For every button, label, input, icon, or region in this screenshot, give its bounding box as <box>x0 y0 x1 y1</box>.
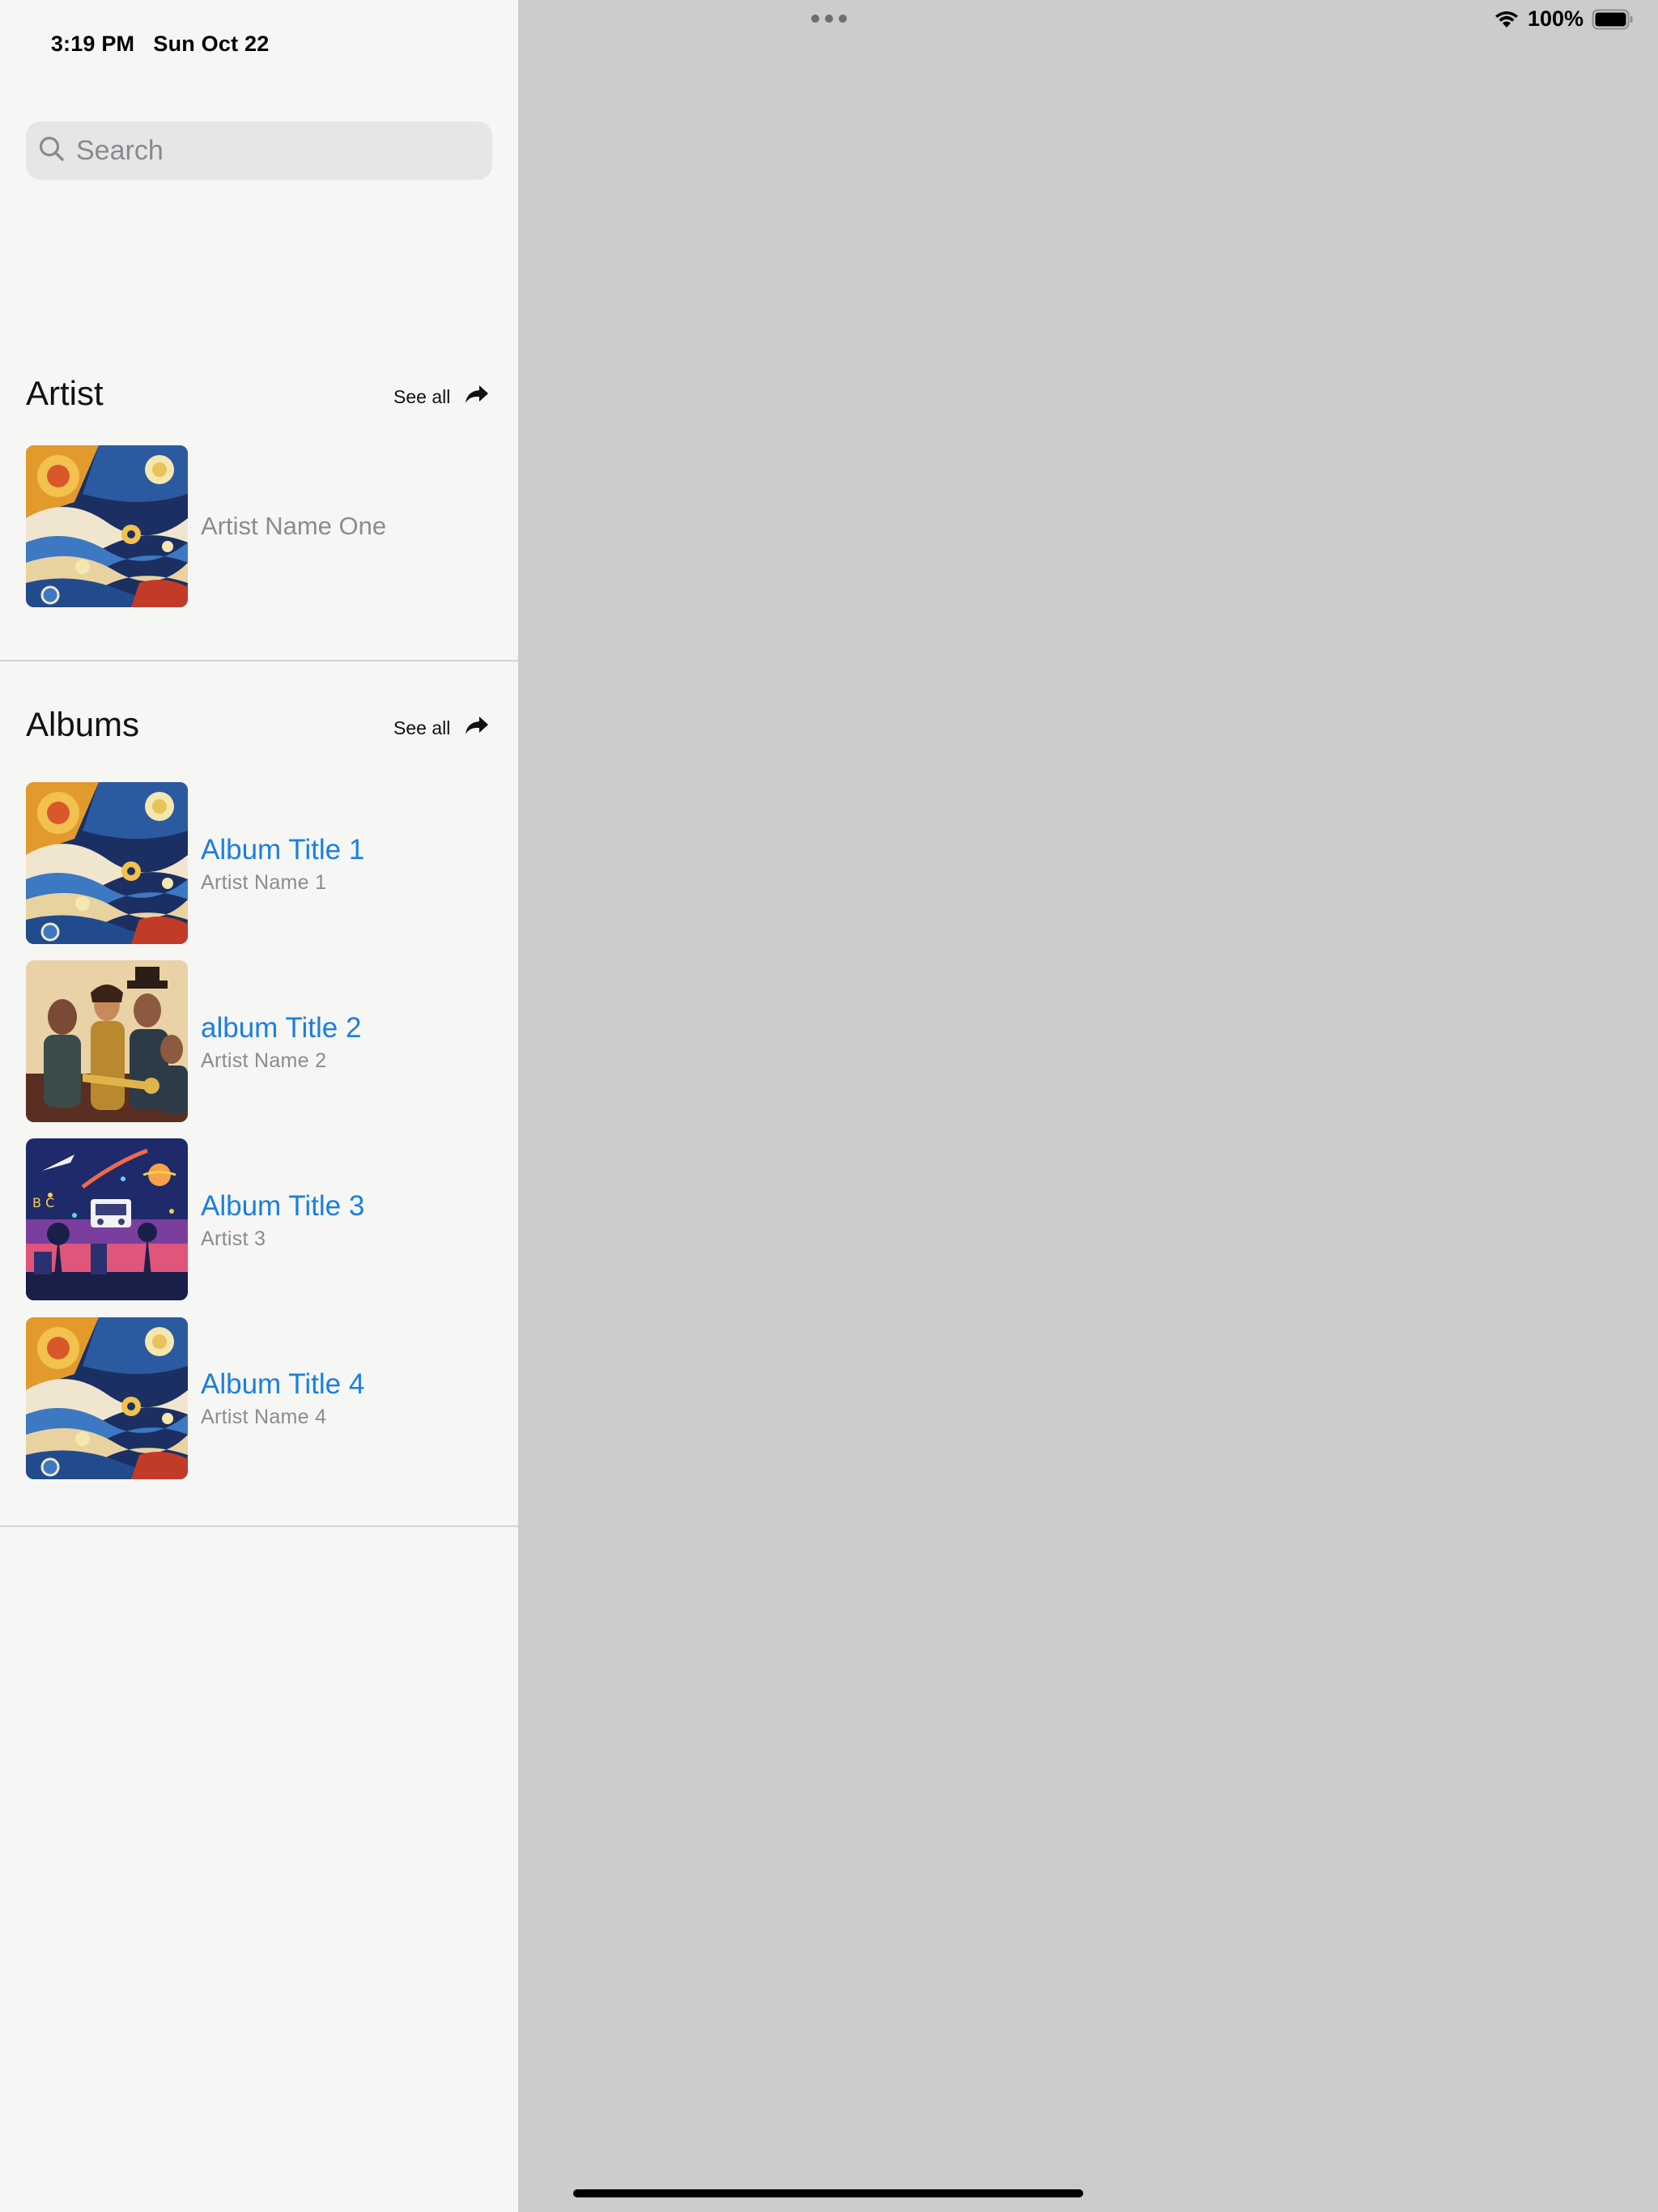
albums-see-all-button[interactable]: See all <box>393 715 489 741</box>
see-all-label: See all <box>393 717 451 738</box>
album-title[interactable]: album Title 2 <box>201 1012 361 1044</box>
album-artist: Artist Name 4 <box>201 1406 327 1428</box>
album-artist: Artist 3 <box>201 1227 266 1250</box>
multitasking-menu-icon[interactable] <box>811 15 847 23</box>
home-indicator[interactable] <box>573 2189 1083 2197</box>
artist-name[interactable]: Artist Name One <box>201 512 386 541</box>
album-artwork[interactable] <box>26 960 188 1122</box>
album-title[interactable]: Album Title 3 <box>201 1190 364 1223</box>
album-title[interactable]: Album Title 1 <box>201 834 364 866</box>
search-input[interactable] <box>76 126 465 175</box>
album-title[interactable]: Album Title 4 <box>201 1368 364 1401</box>
status-time-text: 3:19 PM <box>50 32 135 56</box>
albums-section-title: Albums <box>26 705 140 743</box>
album-artist: Artist Name 2 <box>201 1049 327 1072</box>
album-artwork[interactable] <box>26 782 188 944</box>
album-artwork[interactable] <box>26 1138 188 1300</box>
see-all-label: See all <box>393 385 451 407</box>
status-bar-right: 100% <box>1494 6 1634 32</box>
share-arrow-icon <box>465 384 489 410</box>
wifi-icon <box>1494 10 1520 29</box>
share-arrow-icon <box>465 715 489 741</box>
search-icon <box>37 134 66 168</box>
artist-see-all-button[interactable]: See all <box>393 384 489 410</box>
status-date-text: Sun Oct 22 <box>153 32 270 56</box>
sidebar: 3:19 PM Sun Oct 22 Artist See all Artist… <box>0 0 518 2212</box>
battery-icon <box>1592 9 1634 30</box>
status-time: 3:19 PM Sun Oct 22 <box>26 6 269 82</box>
artist-artwork[interactable] <box>26 445 188 607</box>
album-artist: Artist Name 1 <box>201 871 327 894</box>
detail-pane <box>518 0 1658 2212</box>
section-divider <box>0 1525 518 1527</box>
section-divider <box>0 660 518 661</box>
artist-section-title: Artist <box>26 374 104 412</box>
album-artwork[interactable] <box>26 1317 188 1479</box>
battery-percentage: 100% <box>1527 6 1584 31</box>
search-bar[interactable] <box>26 121 492 180</box>
